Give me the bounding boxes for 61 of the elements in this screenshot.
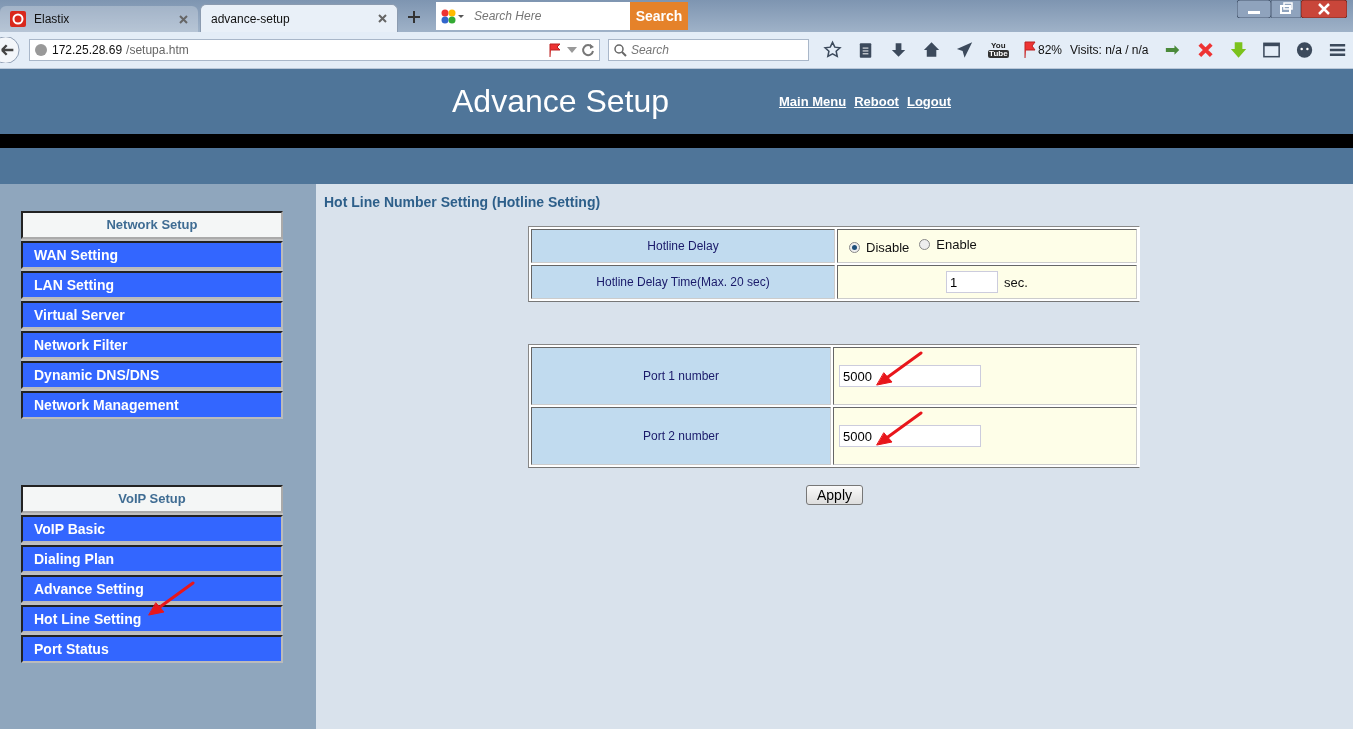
flag-icon [546,42,563,58]
browser-tab[interactable]: advance-setup [200,4,398,32]
flag-icon[interactable] [1022,41,1036,59]
menu-item[interactable]: LAN Setting [21,271,283,299]
page-title: Advance Setup [452,83,671,120]
star-icon[interactable] [822,40,842,60]
section-heading: Hot Line Number Setting (Hotline Setting) [324,194,602,210]
reload-icon[interactable] [580,43,595,57]
menu-item[interactable]: Dynamic DNS/DNS [21,361,283,389]
port-number-field[interactable]: 5000 [839,425,981,447]
minimize-icon[interactable] [1237,0,1271,18]
menu-item[interactable]: Advance Setting [21,575,283,603]
chat-icon[interactable] [1294,40,1314,60]
delay-time-field[interactable]: 1 [946,271,999,293]
close-tab-icon[interactable] [378,14,387,23]
address-field[interactable]: 172.25.28.69 /setupa.htm [29,39,600,61]
colorful-logo-icon [440,8,466,24]
visits-counter: Visits: n/a / n/a [1070,43,1149,57]
restore-icon[interactable] [1271,0,1301,18]
menu-group-title: Network Setup [21,211,283,239]
apply-button[interactable]: Apply [806,485,864,505]
field-label: Hotline Delay [531,229,835,263]
menu-item[interactable]: Virtual Server [21,301,283,329]
browser-tab[interactable]: Elastix [0,6,198,32]
field-label: Port 2 number [531,407,831,465]
port-number-field[interactable]: 5000 [839,365,981,387]
close-icon[interactable] [1301,0,1347,18]
close-tab-icon[interactable] [179,14,188,24]
window-icon[interactable] [1261,40,1281,60]
web-search-box[interactable]: Search Here Search [436,2,688,30]
annotation-arrow-icon [875,351,923,387]
search-button[interactable]: Search [630,2,688,30]
annotation-arrow-icon [875,411,923,447]
site-logo-icon [10,11,26,27]
radio-option[interactable]: Disable [849,240,910,255]
header-link[interactable]: Reboot [854,94,899,109]
annotation-arrow-icon [147,581,195,617]
search-box[interactable]: Search [607,39,809,61]
unit-label: sec. [1004,274,1028,290]
flag-reading: 82% [1038,43,1062,57]
search-icon [612,43,627,57]
radio-option[interactable]: Enable [919,237,977,252]
menu-item[interactable]: Hot Line Setting [21,605,283,633]
radio-button[interactable] [919,239,931,250]
radio-button[interactable] [849,242,860,253]
paper-plane-icon[interactable] [955,40,975,60]
menu-item[interactable]: Network Filter [21,331,283,359]
menu-item[interactable]: WAN Setting [21,241,283,269]
menu-item[interactable]: VoIP Basic [21,515,283,543]
header-link[interactable]: Main Menu [779,94,847,109]
field-label: Hotline Delay Time(Max. 20 sec) [531,265,835,299]
menu-item[interactable]: Dialing Plan [21,545,283,573]
dropdown-icon[interactable] [566,46,577,54]
header-link[interactable]: Logout [906,94,951,109]
menu-item[interactable]: Network Management [21,391,283,419]
back-icon[interactable] [0,37,21,63]
menu-group-title: VoIP Setup [21,485,283,513]
home-icon[interactable] [921,40,942,60]
new-tab-icon[interactable] [408,11,420,23]
menu-item[interactable]: Port Status [21,635,283,663]
field-label: Port 1 number [531,347,831,405]
